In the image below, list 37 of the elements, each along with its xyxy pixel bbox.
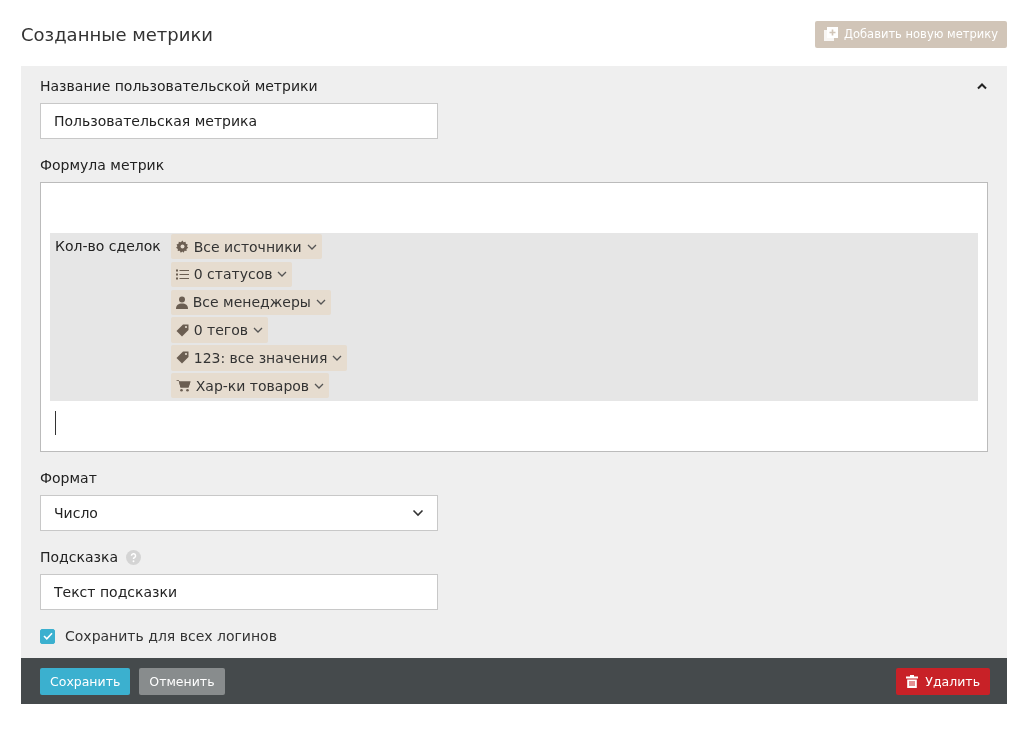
field-label: Формат bbox=[40, 470, 98, 486]
add-copy-icon bbox=[824, 27, 838, 41]
text-cursor bbox=[55, 411, 56, 435]
caret-icon bbox=[277, 271, 288, 278]
metric-name-input[interactable]: Пользовательская метрика bbox=[40, 103, 438, 139]
person-icon bbox=[175, 295, 188, 309]
checkbox-label: Сохранить для всех логинов bbox=[65, 628, 277, 644]
filter-chip[interactable]: Все менеджеры bbox=[170, 289, 331, 315]
gear-icon bbox=[175, 240, 189, 254]
checkbox[interactable] bbox=[40, 628, 55, 644]
caret-icon bbox=[314, 382, 325, 389]
caret-icon bbox=[315, 299, 326, 306]
collapse-chevron-icon[interactable] bbox=[976, 82, 988, 90]
tag-icon bbox=[175, 323, 189, 337]
field-label: Подсказка bbox=[40, 549, 118, 565]
filter-chip[interactable]: 0 статусов bbox=[170, 261, 293, 288]
caret-icon bbox=[253, 327, 264, 334]
metric-name: Кол-во сделок bbox=[55, 238, 161, 256]
formula-editor[interactable]: Кол-во сделок Все источники 0 статусов Все менеджеры 0 тегов 123: все значения Хар-ки товаров bbox=[40, 182, 988, 452]
field-label: Формула метрик bbox=[40, 157, 166, 173]
delete-button[interactable]: Удалить bbox=[896, 667, 990, 695]
list-icon bbox=[175, 268, 189, 280]
chevron-down-icon bbox=[412, 509, 424, 517]
help-icon[interactable] bbox=[126, 549, 141, 565]
filter-chip[interactable]: 0 тегов bbox=[170, 317, 269, 343]
filter-chip[interactable]: 123: все значения bbox=[170, 345, 348, 371]
hint-input[interactable]: Текст подсказки bbox=[40, 574, 438, 610]
cart-icon bbox=[175, 379, 191, 393]
caret-icon bbox=[306, 243, 317, 250]
field-label: Название пользовательской метрики bbox=[40, 78, 318, 94]
trash-icon bbox=[906, 674, 919, 688]
format-select[interactable]: Число bbox=[40, 495, 438, 531]
caret-icon bbox=[332, 354, 343, 361]
filter-chip[interactable]: Все источники bbox=[170, 234, 322, 260]
tag-icon bbox=[175, 351, 189, 365]
page-title: Созданные метрики bbox=[21, 23, 213, 45]
filter-chip[interactable]: Хар-ки товаров bbox=[170, 373, 330, 399]
